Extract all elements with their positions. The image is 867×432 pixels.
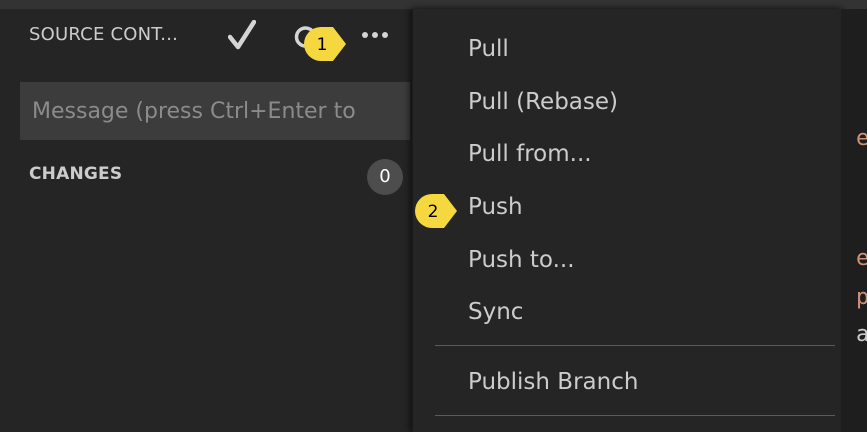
callout-number: 1 [317, 35, 328, 55]
checkmark-icon[interactable] [228, 20, 256, 50]
menu-item-push-to[interactable]: Push to... [468, 247, 575, 273]
source-control-panel [0, 9, 412, 432]
more-icon[interactable] [361, 26, 391, 44]
menu-item-publish-branch[interactable]: Publish Branch [468, 369, 638, 395]
menu-separator [435, 415, 835, 416]
changes-header[interactable]: CHANGES [29, 164, 122, 184]
more-actions-menu: Pull Pull (Rebase) Pull from... Push Pus… [412, 9, 841, 432]
callout-marker-1: 1 [304, 27, 346, 61]
menu-item-pull-rebase[interactable]: Pull (Rebase) [468, 89, 618, 115]
editor-strip [841, 9, 867, 432]
source-control-title: SOURCE CONT... [29, 24, 179, 45]
editor-text-fragment: p [856, 285, 867, 310]
editor-text-fragment: e [856, 126, 867, 151]
top-strip [0, 0, 867, 9]
menu-item-sync[interactable]: Sync [468, 299, 523, 325]
callout-number: 2 [428, 202, 439, 222]
menu-separator [435, 345, 835, 346]
menu-item-push[interactable]: Push [468, 194, 523, 220]
changes-count-badge: 0 [367, 159, 403, 195]
menu-item-pull-from[interactable]: Pull from... [468, 141, 592, 167]
callout-marker-2: 2 [415, 194, 457, 228]
vscode-window: SOURCE CONT... CHANGES 0 Pull Pull (Reba… [0, 0, 867, 432]
editor-text-fragment: e [856, 246, 867, 271]
editor-text-fragment: a [856, 322, 867, 347]
menu-item-pull[interactable]: Pull [468, 36, 509, 62]
commit-message-input[interactable] [20, 82, 410, 140]
